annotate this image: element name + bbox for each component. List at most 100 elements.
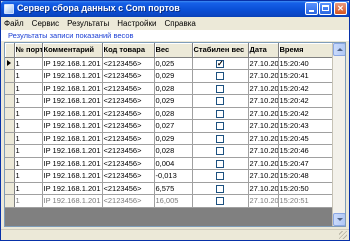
- cell-stable[interactable]: [192, 94, 249, 108]
- cell-port[interactable]: 1: [14, 119, 43, 133]
- cell-time[interactable]: 15:20:42: [278, 82, 333, 95]
- cell-comment[interactable]: IP 192.168.1.201: [42, 132, 103, 145]
- cell-stable[interactable]: [192, 194, 249, 208]
- cell-stable[interactable]: [192, 132, 249, 145]
- cell-port[interactable]: 1: [14, 69, 43, 83]
- cell-time[interactable]: 15:20:41: [278, 69, 333, 83]
- table-row[interactable]: 1IP 192.168.1.201<2123456>0,029 27.10.200…: [5, 132, 333, 145]
- stable-checkbox[interactable]: [216, 72, 224, 81]
- cell-date[interactable]: 27.10.200: [248, 194, 279, 208]
- cell-comment[interactable]: IP 192.168.1.201: [42, 157, 103, 170]
- cell-comment[interactable]: IP 192.168.1.201: [42, 69, 103, 83]
- cell-code[interactable]: <2123456>: [102, 182, 155, 195]
- cell-weight[interactable]: -0,013: [154, 169, 193, 183]
- cell-code[interactable]: <2123456>: [102, 69, 155, 83]
- title-bar[interactable]: Сервер сбора данных с Com портов ✕: [1, 1, 349, 17]
- cell-weight[interactable]: 0,028: [154, 144, 193, 158]
- row-indicator-cell[interactable]: [5, 69, 15, 83]
- row-indicator-cell[interactable]: [5, 57, 15, 70]
- menu-settings[interactable]: Настройки: [113, 17, 160, 30]
- column-header-weight[interactable]: Вес: [154, 43, 193, 58]
- cell-date[interactable]: 27.10.200: [248, 69, 279, 83]
- app-window-icon[interactable]: [4, 4, 14, 14]
- stable-checkbox[interactable]: [216, 197, 224, 206]
- cell-date[interactable]: 27.10.200: [248, 107, 279, 120]
- data-grid[interactable]: № порта Комментарий Код товара Вес Стаби…: [4, 42, 346, 227]
- row-indicator-cell[interactable]: [5, 182, 15, 195]
- stable-checkbox[interactable]: ✓: [216, 59, 224, 68]
- table-row[interactable]: 1IP 192.168.1.201<2123456>0,028 27.10.200…: [5, 107, 333, 120]
- menu-file[interactable]: Файл: [1, 17, 28, 30]
- cell-date[interactable]: 27.10.200: [248, 144, 279, 158]
- column-header-comment[interactable]: Комментарий: [42, 43, 103, 58]
- cell-port[interactable]: 1: [14, 194, 43, 208]
- cell-stable[interactable]: ✓: [192, 57, 249, 70]
- cell-port[interactable]: 1: [14, 182, 43, 195]
- cell-comment[interactable]: IP 192.168.1.201: [42, 94, 103, 108]
- table-row[interactable]: 1IP 192.168.1.201<2123456>0,028 27.10.200…: [5, 82, 333, 95]
- cell-code[interactable]: <2123456>: [102, 107, 155, 120]
- cell-time[interactable]: 15:20:48: [278, 169, 333, 183]
- stable-checkbox[interactable]: [216, 134, 224, 143]
- vertical-scrollbar[interactable]: [332, 43, 345, 226]
- row-indicator-cell[interactable]: [5, 194, 15, 208]
- cell-code[interactable]: <2123456>: [102, 57, 155, 70]
- cell-weight[interactable]: 0,028: [154, 107, 193, 120]
- cell-weight[interactable]: 0,029: [154, 132, 193, 145]
- table-row[interactable]: 1IP 192.168.1.201<2123456>0,029 27.10.200…: [5, 69, 333, 83]
- cell-comment[interactable]: IP 192.168.1.201: [42, 119, 103, 133]
- stable-checkbox[interactable]: [216, 147, 224, 156]
- cell-date[interactable]: 27.10.200: [248, 157, 279, 170]
- cell-code[interactable]: <2123456>: [102, 144, 155, 158]
- cell-time[interactable]: 15:20:51: [278, 194, 333, 208]
- menu-results[interactable]: Результаты: [63, 17, 113, 30]
- table-row[interactable]: 1IP 192.168.1.201<2123456>6,575 27.10.200…: [5, 182, 333, 195]
- table-row[interactable]: 1IP 192.168.1.201<2123456>0,025 ✓ 27.10.20…: [5, 57, 333, 70]
- cell-code[interactable]: <2123456>: [102, 194, 155, 208]
- cell-weight[interactable]: 0,004: [154, 157, 193, 170]
- stable-checkbox[interactable]: [216, 97, 224, 106]
- row-indicator-cell[interactable]: [5, 82, 15, 95]
- cell-port[interactable]: 1: [14, 169, 43, 183]
- cell-port[interactable]: 1: [14, 157, 43, 170]
- cell-stable[interactable]: [192, 157, 249, 170]
- cell-stable[interactable]: [192, 82, 249, 95]
- cell-stable[interactable]: [192, 119, 249, 133]
- cell-weight[interactable]: 16,005: [154, 194, 193, 208]
- cell-comment[interactable]: IP 192.168.1.201: [42, 107, 103, 120]
- column-header-date[interactable]: Дата: [248, 43, 279, 58]
- cell-date[interactable]: 27.10.200: [248, 132, 279, 145]
- cell-weight[interactable]: 0,028: [154, 82, 193, 95]
- cell-code[interactable]: <2123456>: [102, 82, 155, 95]
- cell-weight[interactable]: 0,029: [154, 94, 193, 108]
- cell-time[interactable]: 15:20:50: [278, 182, 333, 195]
- cell-weight[interactable]: 0,029: [154, 69, 193, 83]
- cell-comment[interactable]: IP 192.168.1.201: [42, 82, 103, 95]
- cell-port[interactable]: 1: [14, 82, 43, 95]
- cell-weight[interactable]: 0,025: [154, 57, 193, 70]
- column-header-stable[interactable]: Стабилен вес: [192, 43, 249, 58]
- row-indicator-cell[interactable]: [5, 119, 15, 133]
- cell-code[interactable]: <2123456>: [102, 94, 155, 108]
- cell-comment[interactable]: IP 192.168.1.201: [42, 57, 103, 70]
- maximize-button[interactable]: [319, 2, 332, 15]
- cell-port[interactable]: 1: [14, 132, 43, 145]
- cell-code[interactable]: <2123456>: [102, 119, 155, 133]
- cell-comment[interactable]: IP 192.168.1.201: [42, 182, 103, 195]
- minimize-button[interactable]: [305, 2, 318, 15]
- cell-stable[interactable]: [192, 69, 249, 83]
- column-header-time[interactable]: Время: [278, 43, 333, 58]
- stable-checkbox[interactable]: [216, 172, 224, 181]
- row-indicator-cell[interactable]: [5, 94, 15, 108]
- cell-port[interactable]: 1: [14, 94, 43, 108]
- cell-date[interactable]: 27.10.200: [248, 57, 279, 70]
- cell-weight[interactable]: 6,575: [154, 182, 193, 195]
- table-row[interactable]: 1IP 192.168.1.201<2123456>16,005 27.10.20…: [5, 194, 333, 208]
- stable-checkbox[interactable]: [216, 122, 224, 131]
- cell-date[interactable]: 27.10.200: [248, 169, 279, 183]
- column-header-code[interactable]: Код товара: [102, 43, 155, 58]
- cell-date[interactable]: 27.10.200: [248, 94, 279, 108]
- menu-service[interactable]: Сервис: [28, 17, 63, 30]
- stable-checkbox[interactable]: [216, 84, 224, 93]
- menu-help[interactable]: Справка: [160, 17, 199, 30]
